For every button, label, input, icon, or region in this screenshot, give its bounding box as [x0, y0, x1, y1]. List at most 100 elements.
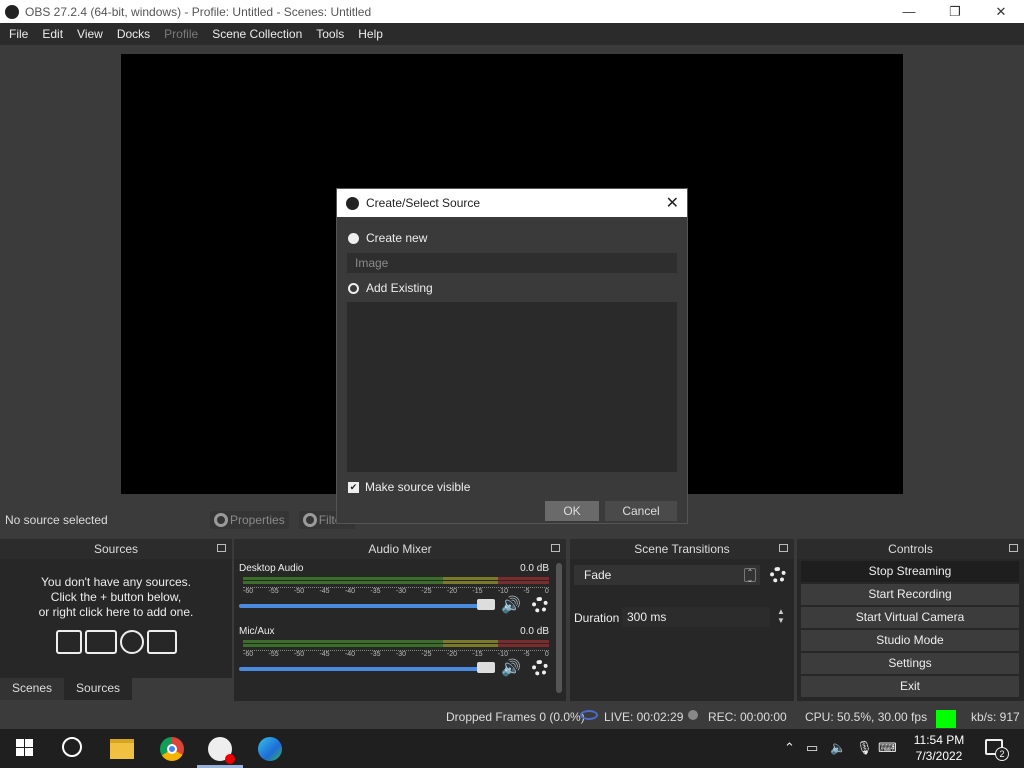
dialog-close-button[interactable]: ✕: [666, 193, 679, 213]
menu-tools[interactable]: Tools: [309, 23, 351, 45]
duration-label: Duration: [574, 611, 620, 625]
start-recording-button[interactable]: Start Recording: [801, 584, 1019, 605]
close-button[interactable]: ✕: [978, 0, 1024, 23]
microphone-icon[interactable]: 🎙: [856, 740, 873, 756]
transition-select[interactable]: Fade ⌃ ⌄: [574, 565, 760, 585]
maximize-button[interactable]: ❐: [932, 0, 978, 23]
controls-title: Controls: [888, 542, 933, 556]
studio-mode-button[interactable]: Studio Mode: [801, 630, 1019, 651]
windows-taskbar: ⌃ ▭ 🔈 🎙 ⌨ 11:54 PM 7/3/2022 2: [0, 729, 1024, 768]
menu-help[interactable]: Help: [351, 23, 390, 45]
volume-slider-handle[interactable]: [477, 599, 495, 610]
rec-icon: [688, 710, 698, 720]
mixer-dock-title: Audio Mixer: [234, 539, 566, 559]
checkbox-checked-icon: ✔: [348, 481, 359, 493]
volume-slider-handle[interactable]: [477, 662, 495, 673]
mixer-channel: Desktop Audio 0.0 dB -60 -55 -50 -45 -40 -35-…: [239, 563, 549, 623]
filter-icon: [302, 513, 317, 527]
file-explorer-icon[interactable]: [110, 739, 134, 759]
menu-scene-collection[interactable]: Scene Collection: [205, 23, 309, 45]
status-bar: Dropped Frames 0 (0.0%) LIVE: 00:02:29 R…: [0, 703, 1024, 729]
minimize-button[interactable]: —: [886, 0, 932, 23]
existing-sources-list[interactable]: [347, 302, 677, 472]
windows-start-icon[interactable]: [14, 737, 38, 761]
duration-spinner[interactable]: ▲ ▼: [774, 607, 788, 627]
keyboard-icon[interactable]: ⌨: [878, 740, 897, 756]
network-icon[interactable]: ▭: [806, 740, 818, 756]
taskbar-clock[interactable]: 11:54 PM 7/3/2022: [906, 732, 972, 764]
mixer-body: Desktop Audio 0.0 dB -60 -55 -50 -45 -40 -35-…: [234, 559, 566, 701]
sources-list[interactable]: You don't have any sources. Click the + …: [0, 559, 232, 679]
transitions-body: Fade ⌃ ⌄ Duration 300 ms ▲ ▼: [570, 559, 794, 701]
image-icon: [55, 630, 82, 654]
gear-icon[interactable]: [532, 597, 548, 613]
undock-icon[interactable]: [1009, 544, 1018, 552]
tab-sources[interactable]: Sources: [64, 678, 133, 700]
controls-dock: Controls Stop Streaming Start Recording …: [797, 539, 1024, 701]
radio-checked-icon: [348, 282, 359, 294]
create-new-radio[interactable]: Create new: [348, 231, 427, 245]
notification-count: 2: [995, 747, 1009, 761]
speaker-icon[interactable]: 🔊: [501, 658, 521, 678]
clock-date: 7/3/2022: [915, 749, 963, 763]
menu-docks[interactable]: Docks: [110, 23, 157, 45]
menu-profile[interactable]: Profile: [157, 23, 205, 45]
camera-icon: [146, 630, 177, 654]
obs-logo-icon: [5, 4, 19, 19]
cancel-button[interactable]: Cancel: [605, 501, 677, 521]
ok-button[interactable]: OK: [545, 501, 599, 521]
radio-icon: [348, 232, 359, 244]
rec-time: REC: 00:00:00: [708, 710, 787, 724]
exit-button[interactable]: Exit: [801, 676, 1019, 697]
settings-button[interactable]: Settings: [801, 653, 1019, 674]
chevron-up-icon[interactable]: ⌃: [784, 740, 795, 756]
speaker-icon[interactable]: 🔊: [501, 595, 521, 615]
duration-input[interactable]: 300 ms: [622, 607, 770, 627]
scene-transitions-dock: Scene Transitions Fade ⌃ ⌄ Duration 300 m…: [570, 539, 794, 701]
source-name-input[interactable]: Image: [347, 253, 677, 273]
sources-empty-hint: You don't have any sources. Click the + …: [38, 575, 194, 619]
edge-icon[interactable]: [258, 737, 282, 761]
stop-streaming-button[interactable]: Stop Streaming: [801, 561, 1019, 582]
menu-bar: File Edit View Docks Profile Scene Colle…: [0, 23, 1024, 45]
mixer-scrollbar[interactable]: [556, 563, 562, 693]
menu-file[interactable]: File: [2, 23, 35, 45]
mixer-title: Audio Mixer: [368, 542, 432, 556]
source-type-icons: [55, 630, 177, 654]
sources-dock: Sources You don't have any sources. Clic…: [0, 539, 232, 701]
properties-button[interactable]: Properties: [210, 511, 289, 529]
globe-icon: [119, 630, 144, 654]
controls-body: Stop Streaming Start Recording Start Vir…: [797, 559, 1024, 701]
channel-name: Mic/Aux: [239, 626, 275, 637]
live-time: LIVE: 00:02:29: [604, 710, 684, 724]
menu-view[interactable]: View: [70, 23, 110, 45]
make-visible-checkbox[interactable]: ✔ Make source visible: [348, 480, 470, 494]
undock-icon[interactable]: [779, 544, 788, 552]
volume-slider[interactable]: [239, 604, 489, 608]
add-existing-radio[interactable]: Add Existing: [348, 281, 433, 295]
gear-icon[interactable]: [532, 660, 548, 676]
cpu-fps: CPU: 50.5%, 30.00 fps: [805, 710, 928, 724]
display-icon: [84, 630, 117, 654]
sources-dock-title: Sources: [0, 539, 232, 559]
channel-name: Desktop Audio: [239, 563, 304, 574]
live-icon: [580, 710, 598, 720]
transitions-dock-title: Scene Transitions: [570, 539, 794, 559]
channel-db: 0.0 dB: [520, 626, 549, 637]
chrome-icon[interactable]: [160, 737, 184, 761]
undock-icon[interactable]: [217, 544, 226, 552]
start-virtual-camera-button[interactable]: Start Virtual Camera: [801, 607, 1019, 628]
gear-icon[interactable]: [770, 567, 786, 583]
window-title: OBS 27.2.4 (64-bit, windows) - Profile: …: [25, 4, 372, 19]
undock-icon[interactable]: [551, 544, 560, 552]
tab-scenes[interactable]: Scenes: [0, 678, 65, 700]
properties-label: Properties: [230, 513, 285, 527]
search-icon[interactable]: [62, 737, 82, 757]
add-existing-label: Add Existing: [366, 281, 433, 295]
volume-meter: [243, 640, 549, 648]
volume-icon[interactable]: 🔈: [830, 740, 846, 756]
menu-edit[interactable]: Edit: [35, 23, 70, 45]
stream-health-indicator: [936, 710, 956, 728]
obs-taskbar-icon[interactable]: [208, 737, 235, 764]
volume-slider[interactable]: [239, 667, 489, 671]
